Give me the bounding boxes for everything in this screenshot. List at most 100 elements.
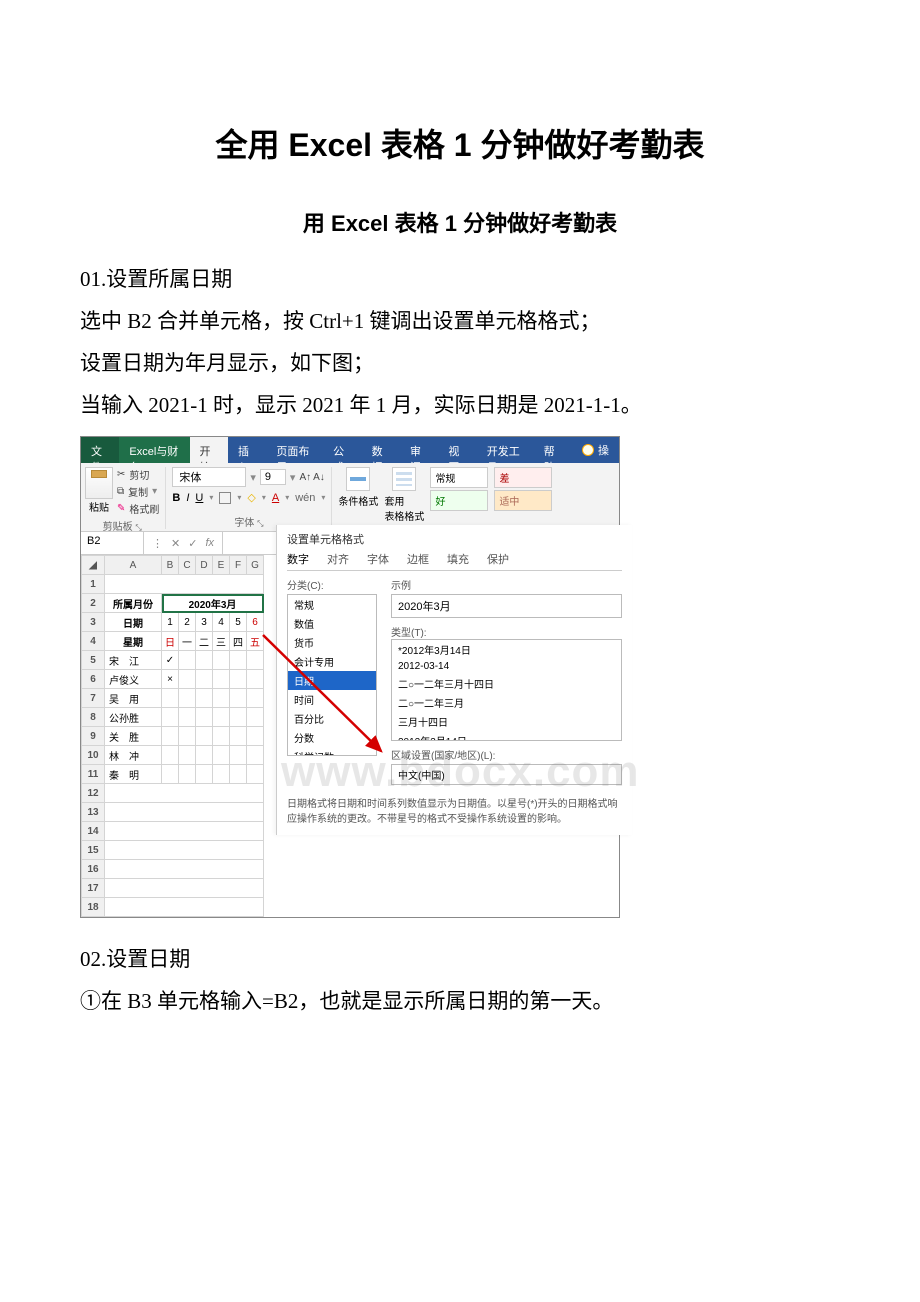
cell-C3[interactable]: 2 <box>179 613 196 632</box>
cell-B6[interactable]: × <box>162 670 179 689</box>
row-14[interactable]: 14 <box>82 822 105 841</box>
row-16[interactable]: 16 <box>82 860 105 879</box>
fx-cancel-icon[interactable]: ✕ <box>171 537 180 550</box>
cell-A4[interactable]: 星期 <box>105 632 162 651</box>
dlg-tab-protect[interactable]: 保护 <box>487 551 509 567</box>
dlg-tab-font[interactable]: 字体 <box>367 551 389 567</box>
bold-button[interactable]: B <box>172 492 180 504</box>
fill-color-button[interactable]: ◇ <box>247 491 255 504</box>
cell-F3[interactable]: 5 <box>230 613 247 632</box>
fx-icon[interactable]: fx <box>205 537 214 549</box>
cell-B4[interactable]: 日 <box>162 632 179 651</box>
row-12[interactable]: 12 <box>82 784 105 803</box>
cell-E4[interactable]: 三 <box>213 632 230 651</box>
col-E[interactable]: E <box>213 556 230 575</box>
cat-percent[interactable]: 百分比 <box>288 709 376 728</box>
type-5[interactable]: 2012年3月14日 <box>392 731 621 741</box>
cat-fraction[interactable]: 分数 <box>288 728 376 747</box>
cat-general[interactable]: 常规 <box>288 595 376 614</box>
paste-icon[interactable] <box>85 467 113 499</box>
locale-select[interactable]: 中文(中国) <box>391 764 622 785</box>
type-0[interactable]: *2012年3月14日 <box>392 640 621 659</box>
row-8[interactable]: 8 <box>82 708 105 727</box>
dlg-tab-border[interactable]: 边框 <box>407 551 429 567</box>
cell-A2[interactable]: 所属月份 <box>105 594 162 613</box>
cell-A5[interactable]: 宋 江 <box>105 651 162 670</box>
type-1[interactable]: 2012-03-14 <box>392 659 621 674</box>
tab-file[interactable]: 文件 <box>81 437 119 463</box>
col-G[interactable]: G <box>247 556 264 575</box>
row-7[interactable]: 7 <box>82 689 105 708</box>
cell-A3[interactable]: 日期 <box>105 613 162 632</box>
fx-confirm-icon[interactable]: ✓ <box>188 537 197 550</box>
cat-number[interactable]: 数值 <box>288 614 376 633</box>
cell-A6[interactable]: 卢俊义 <box>105 670 162 689</box>
tab-dev[interactable]: 开发工具 <box>477 437 534 463</box>
type-2[interactable]: 二○一二年三月十四日 <box>392 674 621 693</box>
tell-me[interactable]: 操 <box>572 437 619 463</box>
style-bad[interactable]: 差 <box>494 467 552 488</box>
format-painter-button[interactable]: ✎格式刷 <box>117 501 159 516</box>
row-17[interactable]: 17 <box>82 879 105 898</box>
cell-F4[interactable]: 四 <box>230 632 247 651</box>
cell-A10[interactable]: 林 冲 <box>105 746 162 765</box>
cell-B5[interactable]: ✓ <box>162 651 179 670</box>
cat-currency[interactable]: 货币 <box>288 633 376 652</box>
name-box[interactable]: B2 <box>81 532 144 554</box>
style-good[interactable]: 好 <box>430 490 488 511</box>
dlg-tab-align[interactable]: 对齐 <box>327 551 349 567</box>
tab-data[interactable]: 数据 <box>362 437 400 463</box>
col-B[interactable]: B <box>162 556 179 575</box>
cell-C4[interactable]: 一 <box>179 632 196 651</box>
row-1[interactable]: 1 <box>82 575 105 594</box>
col-C[interactable]: C <box>179 556 196 575</box>
select-all[interactable]: ◢ <box>82 556 105 575</box>
tab-insert[interactable]: 插入 <box>228 437 266 463</box>
cell-G4[interactable]: 五 <box>247 632 264 651</box>
dlg-tab-number[interactable]: 数字 <box>287 551 309 567</box>
tab-home[interactable]: 开始 <box>190 437 228 463</box>
row-15[interactable]: 15 <box>82 841 105 860</box>
font-grow-shrink[interactable]: A↑A↓ <box>299 472 324 483</box>
col-F[interactable]: F <box>230 556 247 575</box>
type-4[interactable]: 三月十四日 <box>392 712 621 731</box>
font-name-select[interactable]: 宋体 <box>172 467 246 487</box>
tab-custom[interactable]: Excel与财务 <box>119 437 189 463</box>
col-A[interactable]: A <box>105 556 162 575</box>
cell-D3[interactable]: 3 <box>196 613 213 632</box>
phonetic-button[interactable]: wén <box>295 492 315 504</box>
italic-button[interactable]: I <box>186 492 189 504</box>
cell-A7[interactable]: 吴 用 <box>105 689 162 708</box>
border-button[interactable] <box>219 492 231 504</box>
cat-accounting[interactable]: 会计专用 <box>288 652 376 671</box>
row-9[interactable]: 9 <box>82 727 105 746</box>
style-neutral[interactable]: 适中 <box>494 490 552 511</box>
row-18[interactable]: 18 <box>82 898 105 917</box>
tab-help[interactable]: 帮助 <box>534 437 572 463</box>
fx-dropdown-icon[interactable]: ⋮ <box>152 537 163 550</box>
cell-E3[interactable]: 4 <box>213 613 230 632</box>
tab-review[interactable]: 审阅 <box>400 437 438 463</box>
cell-D4[interactable]: 二 <box>196 632 213 651</box>
row-5[interactable]: 5 <box>82 651 105 670</box>
col-D[interactable]: D <box>196 556 213 575</box>
cell-B3[interactable]: 1 <box>162 613 179 632</box>
row-10[interactable]: 10 <box>82 746 105 765</box>
tab-layout[interactable]: 页面布局 <box>266 437 323 463</box>
cell-A11[interactable]: 秦 明 <box>105 765 162 784</box>
cell-A9[interactable]: 关 胜 <box>105 727 162 746</box>
cell-G3[interactable]: 6 <box>247 613 264 632</box>
cell-B2-merged[interactable]: 2020年3月 <box>162 594 264 613</box>
copy-button[interactable]: ⧉复制▾ <box>117 484 159 499</box>
tab-formula[interactable]: 公式 <box>323 437 361 463</box>
type-list[interactable]: *2012年3月14日 2012-03-14 二○一二年三月十四日 二○一二年三… <box>391 639 622 741</box>
cat-date[interactable]: 日期 <box>288 671 376 690</box>
row-13[interactable]: 13 <box>82 803 105 822</box>
tab-view[interactable]: 视图 <box>438 437 476 463</box>
font-size-select[interactable]: 9 <box>260 469 286 485</box>
row-4[interactable]: 4 <box>82 632 105 651</box>
row-6[interactable]: 6 <box>82 670 105 689</box>
dlg-tab-fill[interactable]: 填充 <box>447 551 469 567</box>
cell-A8[interactable]: 公孙胜 <box>105 708 162 727</box>
row-3[interactable]: 3 <box>82 613 105 632</box>
